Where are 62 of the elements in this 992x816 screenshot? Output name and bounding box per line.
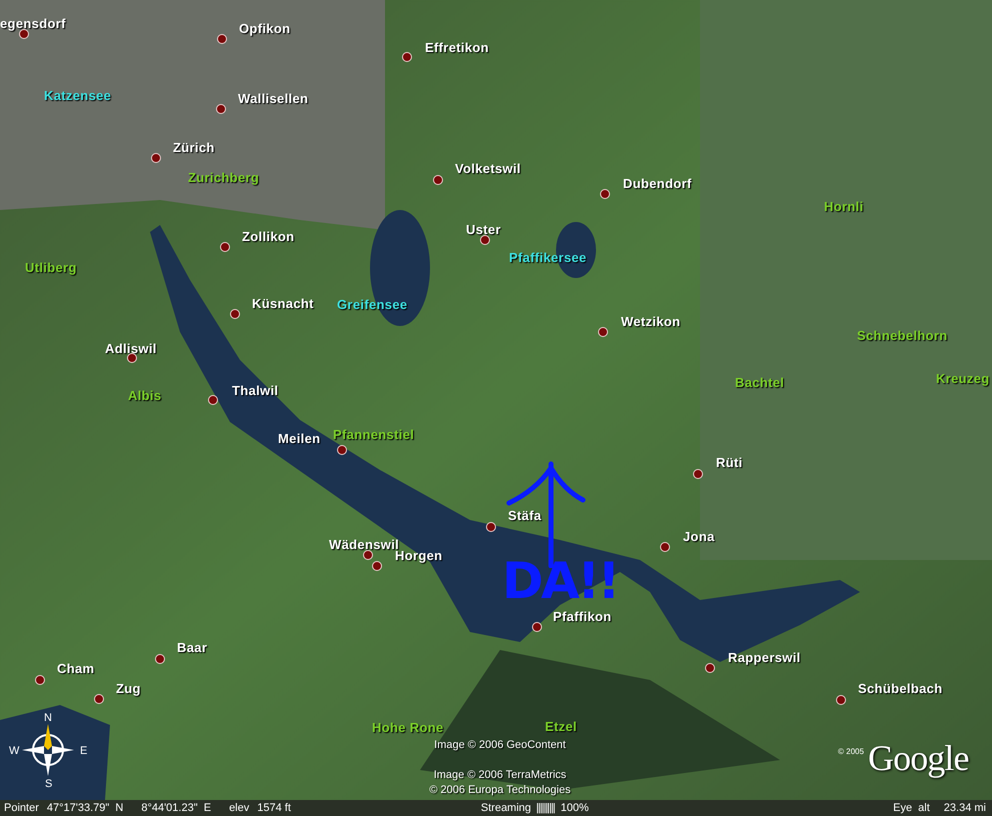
mountain-label: Kreuzeg [936,372,990,385]
handwritten-annotation: DA!! [502,556,618,606]
town-label: Küsnacht [252,297,314,310]
town-marker-icon [363,550,373,560]
town-label: Zollikon [242,230,294,243]
town-label: Schübelbach [858,682,942,695]
eye-altitude-value: 23.34 mi [944,800,986,816]
streaming-label: Streaming [480,800,532,816]
lake-label: Pfaffikersee [509,251,587,264]
longitude-value: 8°44'01.23" E [141,800,212,816]
town-label: Pfaffikon [553,610,612,623]
town-label: Wallisellen [238,92,308,105]
elevation-label: elev [229,800,250,816]
town-label: Volketswil [455,162,521,175]
eye-altitude-label: Eye alt [893,800,930,816]
mountain-label: Pfannenstiel [333,428,414,441]
mountain-label: Etzel [545,720,577,733]
imagery-credit: Image © 2006 GeoContent [434,740,566,751]
town-label: Opfikon [239,22,290,35]
town-label: Stäfa [508,509,542,522]
mountain-label: Bachtel [735,376,784,389]
town-label: Horgen [395,549,442,562]
compass-letter: E [80,744,88,759]
imagery-credit: © 2006 Europa Technologies [429,785,571,796]
town-label: egensdorf [0,17,66,30]
lake-label: Greifensee [337,298,408,311]
elevation-value: 1574 ft [257,800,291,816]
town-label: Effretikon [425,41,489,54]
mountain-label: Hornli [824,200,864,213]
town-label: Zug [116,682,141,695]
streaming-percent: 100% [560,800,589,816]
town-label: Adliswil [105,342,157,355]
town-marker-icon [19,29,29,39]
town-label: Cham [57,662,94,675]
town-label: Jona [683,530,715,543]
lake-label: Katzensee [44,89,112,102]
town-label: Wetzikon [621,315,680,328]
town-label: Wädenswil [329,538,400,551]
town-label: Uster [466,223,501,236]
imagery-credit: Image © 2006 TerraMetrics [434,770,566,781]
town-label: Thalwil [232,384,278,397]
pointer-label: Pointer [4,800,39,816]
town-marker-icon [127,353,137,363]
mountain-label: Utliberg [25,261,77,274]
copyright-year: © 2005 [838,746,864,758]
town-marker-icon [480,235,490,245]
town-label: Rüti [716,456,743,469]
google-logo: Google [868,740,969,776]
streaming-meter: |||||||||| [536,800,555,816]
mountain-label: Zurichberg [188,171,260,184]
town-label: Dubendorf [623,177,692,190]
mountain-label: Schnebelhorn [857,329,948,342]
town-label: Meilen [278,432,320,445]
compass-letter: N [44,711,52,726]
town-label: Rapperswil [728,651,801,664]
latitude-value: 47°17'33.79" N [46,800,124,816]
compass-letter: S [45,777,52,792]
mountain-label: Hohe Rone [372,721,444,734]
compass-letter: W [9,744,20,759]
town-label: Zürich [173,141,215,154]
town-label: Baar [177,641,208,654]
mountain-label: Albis [128,389,162,402]
